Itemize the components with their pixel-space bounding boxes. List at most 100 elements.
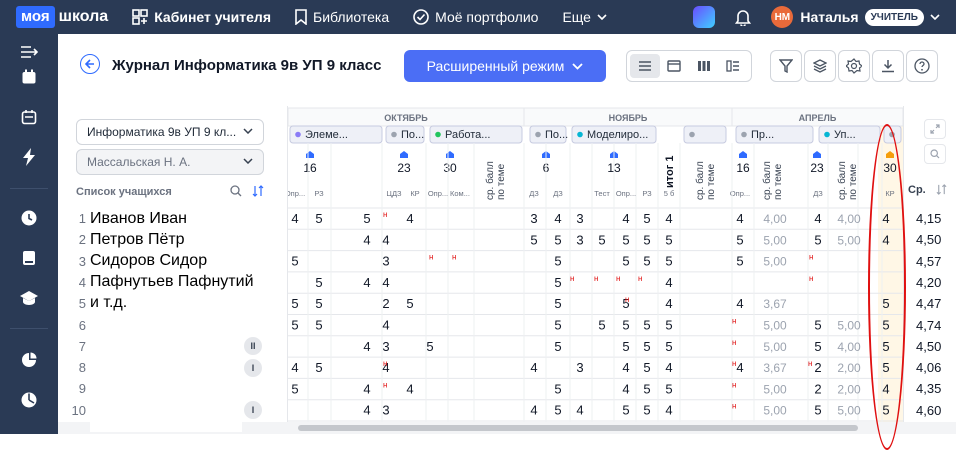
list-icon [638,61,651,71]
student-names: Иванов Иван Петров Пётр Сидоров Сидор Пафну… [90,208,254,432]
student-name[interactable]: Пафнутьев Пафнутий [90,271,254,292]
grade-cell: 5 [530,232,537,247]
user-name[interactable]: Наталья [800,9,858,25]
search-icon[interactable] [230,185,242,197]
grade-cell: 5 [665,318,672,333]
scrollbar-thumb[interactable] [298,425,858,431]
download-button[interactable] [872,50,904,82]
view-columns-button[interactable] [689,54,719,78]
calendar-icon[interactable] [19,67,39,87]
topic-dot [824,131,830,138]
layers-button[interactable] [804,50,836,82]
topic-average-header: ср. баллпо теме [694,161,717,200]
absence-mark: н [808,359,812,368]
nav-more-label: Еще [562,9,591,25]
role-badge[interactable]: УЧИТЕЛЬ [864,8,924,26]
grade-cell: 5 [554,403,561,418]
lightning-icon[interactable] [19,147,39,167]
sort-icon[interactable] [252,185,264,197]
column-type: ЦДЗ [386,189,402,198]
nav-teacher-cabinet[interactable]: Кабинет учителя [132,9,271,25]
grade-cell: 5 [363,211,370,226]
subject-select-value: Информатика 9в УП 9 кл... [87,125,237,139]
back-button[interactable] [80,54,100,74]
student-name[interactable]: Петров Пётр [90,229,242,250]
grade-cell: 4 [363,339,370,354]
book-icon[interactable] [19,248,39,268]
extended-mode-button[interactable]: Расширенный режим [404,50,606,82]
student-name[interactable]: Иванов Иван [90,208,242,229]
absence-mark: н [809,274,813,283]
grade-cell: 4 [622,211,629,226]
grade-cell: 4 [363,403,370,418]
average-value: 4,35 [916,381,942,397]
topic-label: Пр... [751,129,774,141]
grade-cell: 5 [426,339,433,354]
sort-icon[interactable] [936,184,947,195]
column-type: РЗ [314,189,324,198]
grade-cell: 4,00 [763,212,787,226]
row-status-badge[interactable]: I [244,358,262,377]
grade-cell: 5 [291,296,298,311]
column-type: Опр... [428,189,448,198]
expand-button[interactable] [924,119,946,139]
average-value: 4,57 [916,253,942,269]
bell-icon[interactable] [735,8,752,26]
nav-library-label: Библиотека [313,9,390,25]
subject-select[interactable]: Информатика 9в УП 9 кл... [76,119,264,145]
absence-mark: н [594,274,598,283]
top-navigation-bar: моя школа Кабинет учителя Библиотека Моё… [0,0,956,34]
teacher-select[interactable]: Массальская Н. А. [76,149,264,175]
topic-label: По... [545,129,568,141]
grade-cell: 3 [576,211,583,226]
zoom-button[interactable] [924,144,946,164]
stats-icon[interactable] [19,390,39,410]
grade-cell: 5 [554,381,561,396]
row-status-badge[interactable]: II [244,337,262,356]
nav-more[interactable]: Еще [562,9,613,25]
topic-dot [295,131,301,138]
student-name[interactable]: Сидоров Сидор [90,250,242,271]
grade-cell: 4 [291,360,298,375]
student-name[interactable]: и т.д. [90,292,242,313]
row-number: 8 [78,360,86,376]
bookmark-icon [295,9,307,25]
grade-cell: 2,00 [837,361,861,375]
pie-chart-icon[interactable] [19,350,39,370]
clock-icon[interactable] [19,208,39,228]
topic-dot [689,131,695,138]
logo-shkola: школа [58,8,109,25]
logo-moya: моя [16,6,55,28]
average-value: 4,47 [916,296,942,312]
app-logo[interactable]: моя школа [16,6,108,28]
nav-library[interactable]: Библиотека [295,9,389,25]
grade-cell: 4 [622,360,629,375]
view-list-button[interactable] [630,54,660,78]
graduation-cap-icon[interactable] [19,288,39,308]
row-status-badge[interactable]: I [244,401,262,420]
grade-cell: 3 [382,403,389,418]
chevron-down-icon[interactable] [930,14,940,20]
absence-mark: н [383,210,387,219]
absence-mark: н [732,359,736,368]
column-type: Тест [594,189,610,198]
page-title: Журнал Информатика 9в УП 9 класс [112,57,382,74]
avatar[interactable]: НМ [771,6,794,28]
nav-portfolio[interactable]: Моё портфолио [413,9,538,25]
assistant-icon[interactable] [693,6,716,28]
menu-collapse-icon[interactable] [19,42,39,62]
filter-button[interactable] [770,50,802,82]
grade-cell: 4,00 [837,212,861,226]
help-button[interactable] [906,50,938,82]
view-single-button[interactable] [660,54,690,78]
grade-cell: 2 [814,381,821,396]
topic-label: Уп... [834,129,856,141]
view-compact-button[interactable] [719,54,749,78]
grade-cell: 4 [814,211,821,226]
grade-cell: 5 [643,211,650,226]
grade-cell: 5 [291,381,298,396]
schedule-icon[interactable] [19,107,39,127]
settings-button[interactable] [838,50,870,82]
absence-mark: н [429,253,433,262]
absence-mark: н [732,338,736,347]
